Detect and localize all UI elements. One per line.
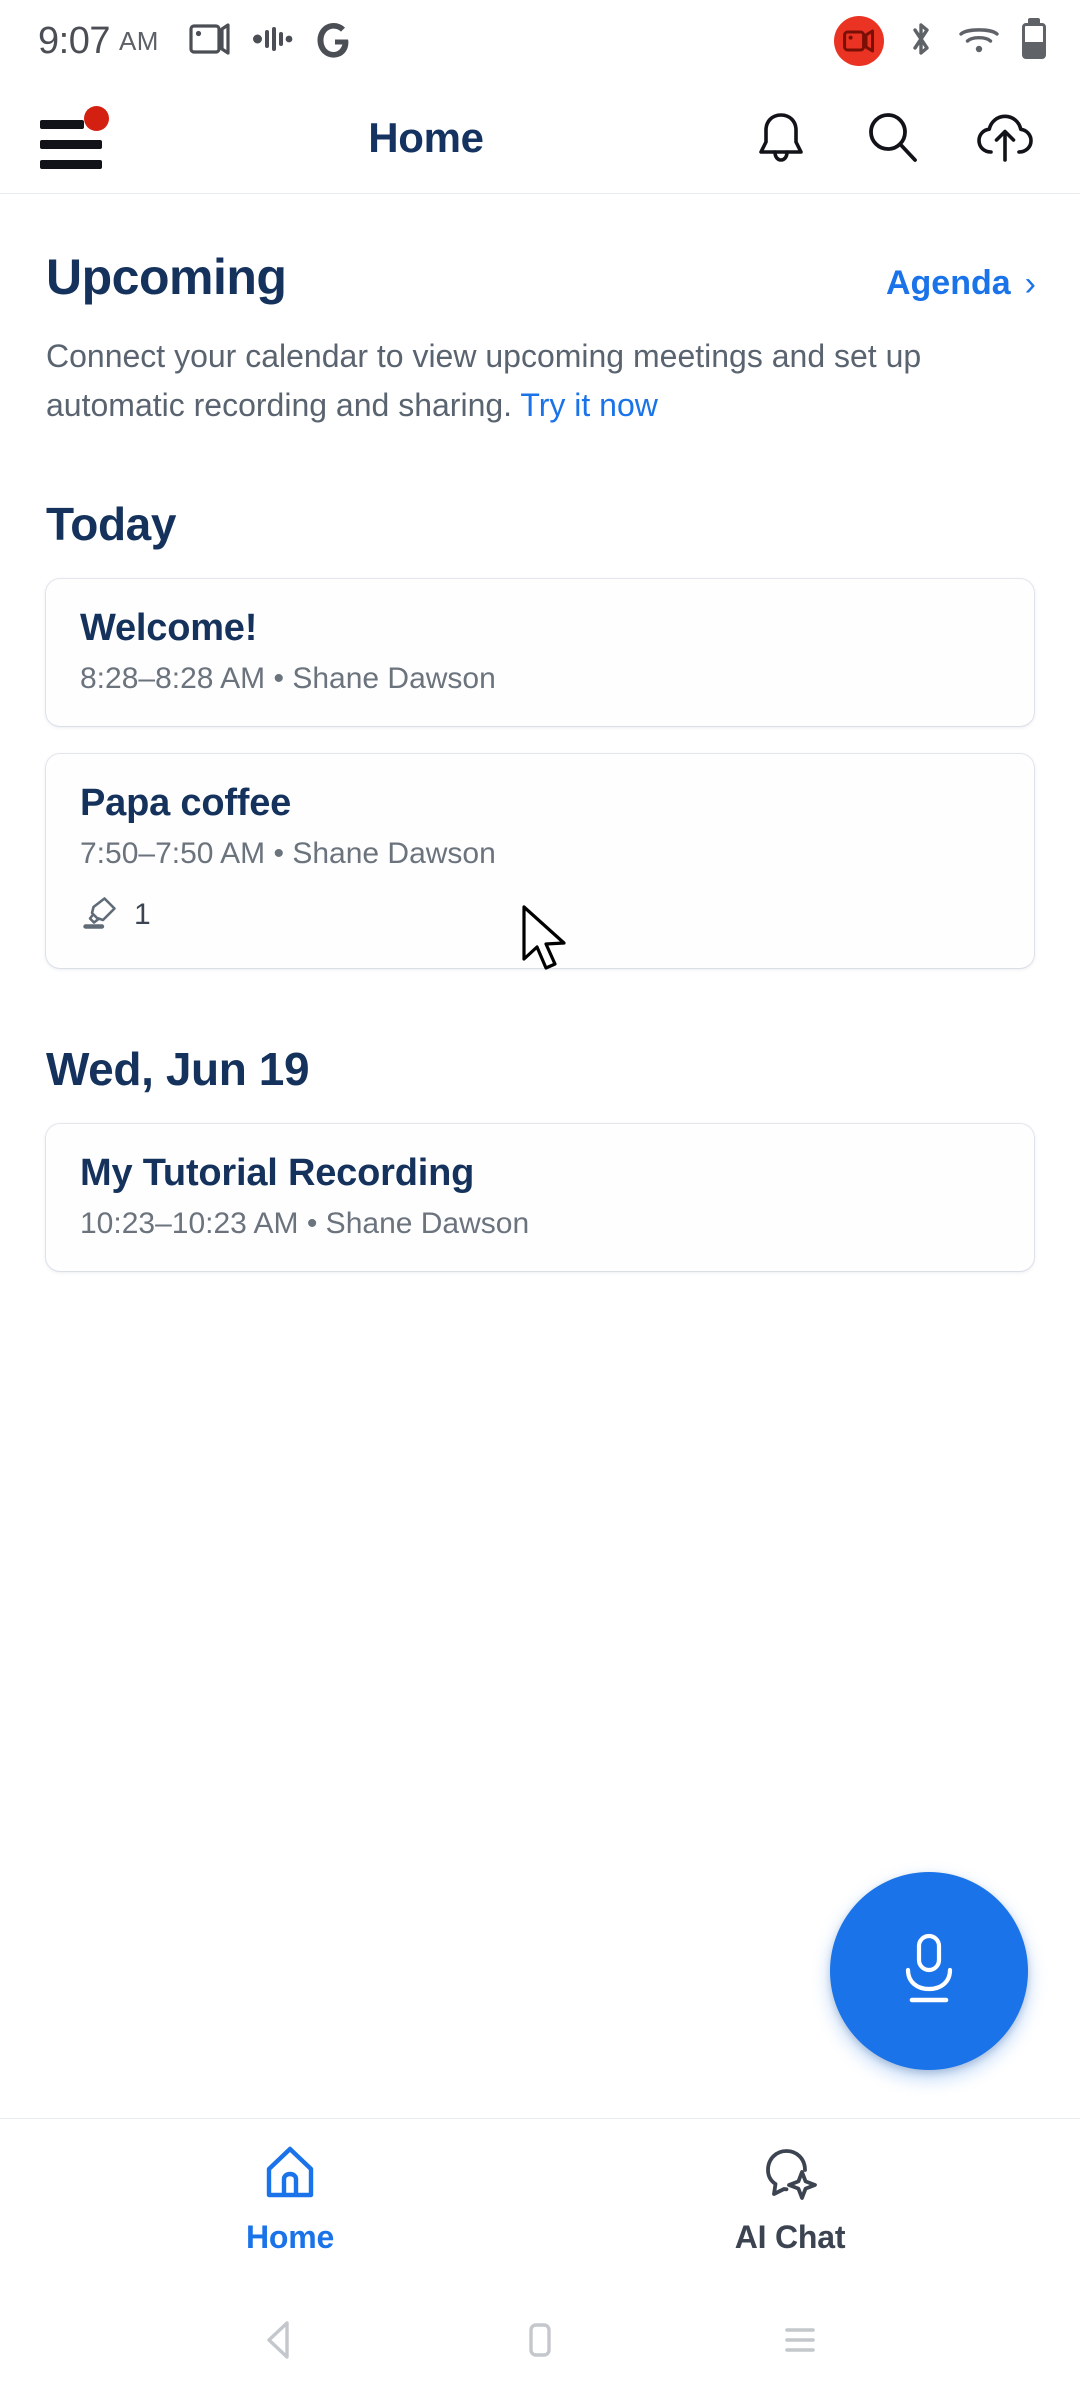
record-fab-button[interactable] [830, 1872, 1028, 2070]
search-icon[interactable] [862, 107, 924, 169]
app-bar-actions [750, 107, 1036, 169]
battery-icon [1022, 23, 1046, 59]
upcoming-blurb: Connect your calendar to view upcoming m… [0, 306, 1080, 431]
meeting-card[interactable]: My Tutorial Recording 10:23–10:23 AM • S… [46, 1123, 1034, 1271]
status-time-ampm: AM [118, 25, 159, 56]
wifi-icon [958, 23, 1000, 60]
meeting-subtitle: 8:28–8:28 AM • Shane Dawson [80, 661, 496, 695]
meeting-title: Papa coffee [80, 781, 292, 824]
home-icon [261, 2144, 319, 2207]
nav-item-ai-chat[interactable]: AI Chat [670, 2144, 910, 2256]
upcoming-section-header: Upcoming Agenda › [0, 194, 1080, 306]
status-time: 9:07 [38, 19, 110, 62]
meeting-title: My Tutorial Recording [80, 1151, 475, 1194]
cloud-upload-icon[interactable] [974, 107, 1036, 169]
ai-chat-bubble-icon [761, 2144, 819, 2207]
agenda-link-label: Agenda [885, 264, 1011, 302]
status-bar: 9:07 AM [0, 0, 1080, 82]
day-header-wed-jun-19: Wed, Jun 19 [46, 1042, 310, 1095]
status-right-icons [834, 16, 1046, 66]
meeting-subtitle: 10:23–10:23 AM • Shane Dawson [80, 1206, 530, 1240]
hamburger-menu-icon[interactable] [40, 105, 109, 169]
meeting-card[interactable]: Papa coffee 7:50–7:50 AM • Shane Dawson … [46, 753, 1034, 968]
today-card-list: Welcome! 8:28–8:28 AM • Shane Dawson Pap… [0, 578, 1080, 968]
page-title: Home [368, 113, 484, 161]
system-navigation-bar [0, 2280, 1080, 2400]
audio-waveform-icon [252, 26, 293, 57]
google-g-icon [315, 19, 353, 64]
system-back-icon[interactable] [235, 2295, 325, 2385]
bluetooth-icon [906, 19, 936, 64]
screen-record-badge-icon [834, 16, 884, 66]
meeting-subtitle: 7:50–7:50 AM • Shane Dawson [80, 836, 496, 870]
try-it-now-link[interactable]: Try it now [520, 387, 658, 423]
wed-jun-19-card-list: My Tutorial Recording 10:23–10:23 AM • S… [0, 1123, 1080, 1271]
app-bar: Home [0, 82, 1080, 194]
main-content: Upcoming Agenda › Connect your calendar … [0, 194, 1080, 2118]
nav-item-ai-chat-label: AI Chat [734, 2218, 846, 2255]
screen-cast-icon [189, 22, 231, 61]
meeting-card[interactable]: Welcome! 8:28–8:28 AM • Shane Dawson [46, 578, 1034, 726]
chevron-right-icon: › [1024, 264, 1036, 303]
system-recents-icon[interactable] [755, 2295, 845, 2385]
nav-item-home[interactable]: Home [170, 2144, 410, 2256]
nav-item-home-label: Home [245, 2218, 335, 2255]
meeting-title: Welcome! [80, 606, 258, 649]
highlight-count: 1 [134, 898, 151, 932]
highlighter-icon [80, 893, 120, 938]
meeting-meta: 1 [80, 893, 1000, 938]
agenda-link[interactable]: Agenda › [886, 264, 1036, 303]
day-header-today: Today [46, 497, 177, 550]
upcoming-blurb-text: Connect your calendar to view upcoming m… [46, 338, 922, 424]
notifications-bell-icon[interactable] [750, 107, 812, 169]
bottom-navigation: Home AI Chat [0, 2118, 1080, 2280]
upcoming-title: Upcoming [46, 249, 287, 305]
system-home-icon[interactable] [495, 2295, 585, 2385]
phone-screen: 9:07 AM Home Upcoming Agenda › Connect y… [0, 0, 1080, 2400]
microphone-icon [905, 1933, 953, 2003]
menu-notification-badge [84, 105, 109, 131]
